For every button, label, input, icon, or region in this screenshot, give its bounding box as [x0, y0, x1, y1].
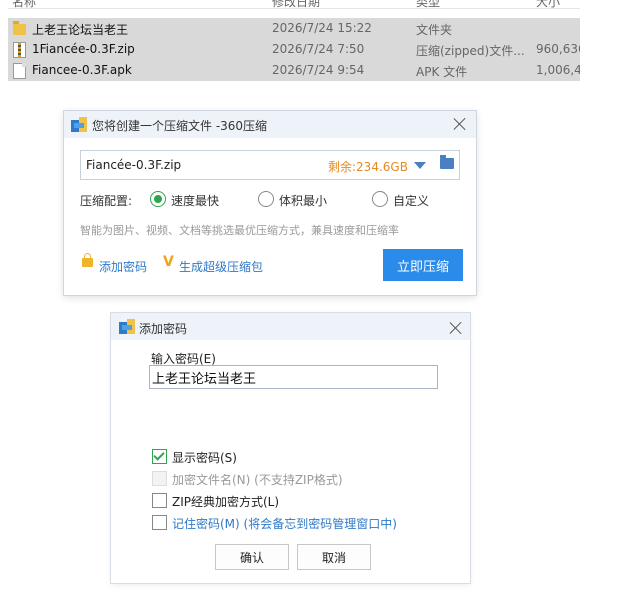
- ok-button[interactable]: 确认: [215, 544, 289, 570]
- file-name: 1Fiancée-0.3F.zip: [32, 42, 135, 56]
- password-input[interactable]: [149, 365, 438, 389]
- folder-icon: [13, 21, 26, 35]
- encrypt-filenames-label: 加密文件名(N) (不支持ZIP格式): [172, 473, 343, 487]
- show-password-label[interactable]: 显示密码(S): [172, 449, 237, 466]
- file-type: APK 文件: [416, 65, 468, 79]
- file-row[interactable]: 1Fiancée-0.3F.zip 2026/7/24 7:50 压缩(zipp…: [8, 39, 580, 60]
- compress-hint: 智能为图片、视频、文档等挑选最优压缩方式，兼具速度和压缩率: [80, 224, 399, 237]
- close-icon[interactable]: [453, 117, 467, 131]
- compress-dialog: 您将创建一个压缩文件 -360压缩 Fiancée-0.3F.zip 剩余:23…: [64, 111, 476, 295]
- browse-folder-icon[interactable]: [440, 155, 454, 169]
- compress-dialog-titlebar[interactable]: 您将创建一个压缩文件 -360压缩: [64, 111, 476, 138]
- super-pack-v-icon: V: [163, 254, 174, 270]
- column-header-type[interactable]: 类型: [416, 0, 440, 8]
- compress-config-label: 压缩配置:: [80, 194, 133, 208]
- radio-smallest[interactable]: [258, 191, 274, 207]
- show-password-checkbox[interactable]: [152, 449, 167, 464]
- output-path-field[interactable]: Fiancée-0.3F.zip 剩余:234.6GB: [80, 150, 460, 180]
- password-dialog-titlebar[interactable]: 添加密码: [111, 313, 470, 340]
- zip-classic-encryption-checkbox[interactable]: [152, 493, 167, 508]
- file-type: 压缩(zipped)文件...: [416, 44, 525, 58]
- cancel-button[interactable]: 取消: [297, 544, 371, 570]
- radio-fastest[interactable]: [150, 191, 166, 207]
- file-list-header: 名称 修改日期 类型 大小: [8, 0, 580, 9]
- file-type: 文件夹: [416, 23, 453, 37]
- file-size: 960,636: [536, 42, 580, 56]
- remember-password-checkbox[interactable]: [152, 515, 167, 530]
- compress-dialog-title: 您将创建一个压缩文件 -360压缩: [92, 119, 268, 133]
- file-name: 上老王论坛当老王: [32, 23, 129, 37]
- radio-fastest-label[interactable]: 速度最快: [171, 192, 219, 209]
- file-date: 2026/7/24 9:54: [272, 63, 365, 77]
- file-row[interactable]: 上老王论坛当老王 2026/7/24 15:22 文件夹: [8, 18, 580, 39]
- file-date: 2026/7/24 7:50: [272, 42, 365, 56]
- file-row[interactable]: Fiancee-0.3F.apk 2026/7/24 9:54 APK 文件 1…: [8, 60, 580, 81]
- radio-custom-label[interactable]: 自定义: [393, 192, 429, 209]
- file-name: Fiancee-0.3F.apk: [32, 63, 132, 77]
- output-filename[interactable]: Fiancée-0.3F.zip: [86, 158, 181, 172]
- remember-password-label[interactable]: 记住密码(M) (将会备忘到密码管理窗口中): [172, 515, 397, 532]
- free-space-label: 剩余:234.6GB: [328, 160, 408, 174]
- close-icon[interactable]: [449, 321, 463, 335]
- file-list: 名称 修改日期 类型 大小 上老王论坛当老王 2026/7/24 15:22 文…: [8, 0, 580, 82]
- zip-classic-encryption-label[interactable]: ZIP经典加密方式(L): [172, 493, 279, 510]
- 360-zip-app-icon: [71, 117, 87, 132]
- super-pack-link[interactable]: 生成超级压缩包: [179, 258, 263, 275]
- add-password-link[interactable]: 添加密码: [99, 258, 147, 275]
- compress-now-button[interactable]: 立即压缩: [383, 249, 463, 281]
- add-password-dialog: 添加密码 输入密码(E) 显示密码(S) 加密文件名(N) (不支持ZIP格式)…: [111, 313, 470, 583]
- radio-custom[interactable]: [372, 191, 388, 207]
- password-dialog-title: 添加密码: [139, 322, 188, 336]
- dropdown-arrow-icon[interactable]: [414, 162, 426, 169]
- column-header-date[interactable]: 修改日期: [272, 0, 320, 8]
- column-header-name[interactable]: 名称: [12, 0, 36, 8]
- 360-zip-app-icon: [119, 319, 135, 334]
- column-header-size[interactable]: 大小: [536, 0, 560, 8]
- radio-smallest-label[interactable]: 体积最小: [279, 192, 327, 209]
- encrypt-filenames-checkbox[interactable]: [152, 471, 167, 486]
- zip-file-icon: [13, 42, 26, 58]
- file-date: 2026/7/24 15:22: [272, 21, 372, 35]
- lock-icon: [82, 253, 93, 267]
- file-size: 1,006,4: [536, 63, 580, 77]
- apk-file-icon: [13, 63, 26, 79]
